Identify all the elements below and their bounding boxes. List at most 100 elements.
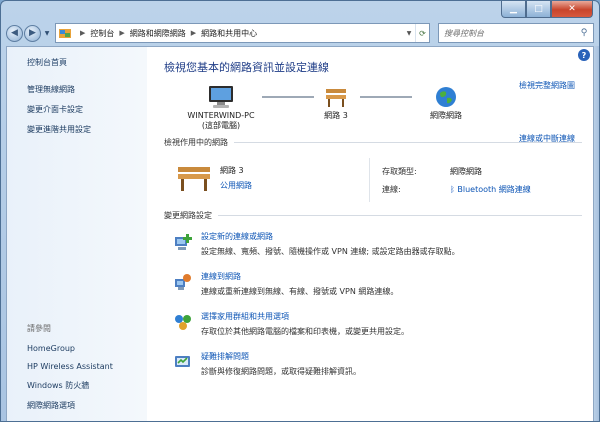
- globe-icon: [436, 87, 456, 107]
- bench-icon: [178, 167, 210, 191]
- chevron-down-icon: ▼: [44, 29, 50, 37]
- maximize-button[interactable]: □: [526, 1, 551, 18]
- page-title: 檢視您基本的網路資訊並設定連線: [164, 61, 329, 74]
- address-bar[interactable]: ▶ 控制台 ▶ 網路和網際網路 ▶ 網路和共用中心 ▼ ⟳: [55, 23, 430, 43]
- map-node-internet[interactable]: 網際網路: [416, 85, 476, 121]
- chevron-right-icon[interactable]: ▶: [80, 29, 85, 37]
- close-icon: ✕: [568, 4, 576, 14]
- connection-value: Bluetooth 網路連線: [457, 185, 531, 194]
- computer-subtitle: (這部電腦): [201, 121, 241, 130]
- section-divider: [218, 215, 582, 216]
- see-also-homegroup[interactable]: HomeGroup: [27, 344, 113, 353]
- window: ▁ □ ✕ ◀ ▶ ▼ ▶ 控制台 ▶ 網路和網際網路 ▶ 網路和共用中心 ▼ …: [0, 0, 600, 422]
- change-settings-header: 變更網路設定: [164, 210, 582, 221]
- navigation-bar: ◀ ▶ ▼ ▶ 控制台 ▶ 網路和網際網路 ▶ 網路和共用中心 ▼ ⟳ 搜尋控制…: [6, 22, 594, 44]
- chevron-down-icon: ▼: [406, 29, 412, 37]
- forward-button[interactable]: ▶: [24, 24, 41, 42]
- breadcrumb-item-network-internet[interactable]: 網路和網際網路: [130, 28, 186, 39]
- close-button[interactable]: ✕: [551, 1, 593, 18]
- window-right-edge: [594, 46, 599, 421]
- network-map-label: 網路 3: [324, 111, 348, 120]
- see-also-title: 請參閱: [27, 324, 51, 333]
- bluetooth-icon: ᛒ: [450, 185, 455, 194]
- map-node-computer[interactable]: WINTERWIND-PC (這部電腦): [176, 85, 266, 131]
- forward-arrow-icon: ▶: [29, 28, 36, 38]
- task-text: 設定新的連線或網路 設定無線、寬頻、撥號、隨機操作或 VPN 連線; 或設定路由…: [201, 231, 460, 257]
- troubleshoot-icon: [175, 356, 190, 367]
- sidebar-link-manage-wireless[interactable]: 管理無線網路: [27, 84, 147, 95]
- connect-disconnect-link[interactable]: 連線或中斷連線: [519, 133, 575, 144]
- task-text: 選擇家用群組和共用選項 存取位於其他網路電腦的檔案和印表機，或變更共用設定。: [201, 311, 409, 337]
- search-input[interactable]: 搜尋控制台: [444, 28, 575, 39]
- address-dropdown[interactable]: ▼: [403, 24, 415, 42]
- see-also-firewall[interactable]: Windows 防火牆: [27, 380, 113, 391]
- network-properties: 存取類型: 網際網路 連線: ᛒ Bluetooth 網路連線: [382, 166, 531, 202]
- breadcrumb-item-control-panel[interactable]: 控制台: [90, 28, 114, 39]
- task-setup-connection: 設定新的連線或網路 設定無線、寬頻、撥號、隨機操作或 VPN 連線; 或設定路由…: [164, 231, 593, 257]
- task-text: 連線到網路 連線或重新連線到無線、有線、撥號或 VPN 網路連線。: [201, 271, 398, 297]
- internet-label: 網際網路: [430, 111, 462, 120]
- sidebar-link-adapter-settings[interactable]: 變更介面卡設定: [27, 104, 147, 115]
- map-connector: [360, 96, 412, 98]
- task-homegroup-desc: 存取位於其他網路電腦的檔案和印表機，或變更共用設定。: [201, 327, 409, 336]
- see-also-hp-wireless[interactable]: HP Wireless Assistant: [27, 362, 113, 371]
- access-type-row: 存取類型: 網際網路: [382, 166, 531, 177]
- window-controls: ▁ □ ✕: [501, 1, 593, 19]
- active-networks-title: 檢視作用中的網路: [164, 138, 228, 147]
- access-type-value: 網際網路: [450, 167, 482, 176]
- computer-icon: [209, 86, 233, 108]
- network-map: WINTERWIND-PC (這部電腦) 網路 3 網際網路: [164, 85, 593, 133]
- homegroup-icon: [175, 315, 191, 330]
- sidebar: 控制台首頁 管理無線網路 變更介面卡設定 變更進階共用設定 請參閱 HomeGr…: [7, 47, 147, 421]
- help-icon[interactable]: ?: [578, 49, 590, 61]
- task-homegroup-link[interactable]: 選擇家用群組和共用選項: [201, 311, 409, 322]
- breadcrumb: ▶ 控制台 ▶ 網路和網際網路 ▶ 網路和共用中心: [75, 28, 257, 39]
- task-connect-network: 連線到網路 連線或重新連線到無線、有線、撥號或 VPN 網路連線。: [164, 271, 593, 297]
- task-setup-connection-link[interactable]: 設定新的連線或網路: [201, 231, 460, 242]
- map-connector: [262, 96, 314, 98]
- task-homegroup: 選擇家用群組和共用選項 存取位於其他網路電腦的檔案和印表機，或變更共用設定。: [164, 311, 593, 337]
- search-icon[interactable]: ⚲: [575, 28, 593, 38]
- task-connect-network-desc: 連線或重新連線到無線、有線、撥號或 VPN 網路連線。: [201, 287, 399, 296]
- task-setup-connection-desc: 設定無線、寬頻、撥號、隨機操作或 VPN 連線; 或設定路由器或存取點。: [201, 247, 460, 256]
- sidebar-link-advanced-sharing[interactable]: 變更進階共用設定: [27, 124, 147, 135]
- network-type-link[interactable]: 公用網路: [220, 180, 252, 191]
- breadcrumb-item-network-center[interactable]: 網路和共用中心: [201, 28, 257, 39]
- back-button[interactable]: ◀: [6, 24, 23, 42]
- back-arrow-icon: ◀: [11, 28, 18, 38]
- active-network-name: 網路 3: [220, 166, 244, 175]
- minimize-icon: ▁: [510, 4, 517, 14]
- computer-name: WINTERWIND-PC: [187, 111, 255, 120]
- main-panel: ? 檢視您基本的網路資訊並設定連線 檢視完整網路圖 WINTERWIND-PC …: [147, 47, 593, 421]
- vertical-divider: [369, 158, 370, 202]
- bench-icon: [326, 89, 346, 107]
- chevron-right-icon[interactable]: ▶: [191, 29, 196, 37]
- access-type-label: 存取類型:: [382, 167, 417, 176]
- content-area: 控制台首頁 管理無線網路 變更介面卡設定 變更進階共用設定 請參閱 HomeGr…: [6, 46, 594, 421]
- task-connect-network-link[interactable]: 連線到網路: [201, 271, 398, 282]
- minimize-button[interactable]: ▁: [501, 1, 526, 18]
- see-also-internet-options[interactable]: 網際網路選項: [27, 400, 113, 411]
- connection-label: 連線:: [382, 185, 401, 194]
- connect-network-icon: [175, 274, 191, 290]
- task-text: 疑難排解問題 診斷與修復網路問題，或取得疑難排解資訊。: [201, 351, 361, 377]
- recent-pages-dropdown[interactable]: ▼: [42, 30, 52, 37]
- refresh-icon: ⟳: [419, 28, 426, 38]
- task-list: 設定新的連線或網路 設定無線、寬頻、撥號、隨機操作或 VPN 連線; 或設定路由…: [164, 231, 593, 377]
- connection-link[interactable]: ᛒ Bluetooth 網路連線: [450, 184, 531, 195]
- see-also-section: 請參閱 HomeGroup HP Wireless Assistant Wind…: [27, 323, 113, 420]
- active-network-info: 網路 3 公用網路: [220, 158, 252, 206]
- connection-row: 連線: ᛒ Bluetooth 網路連線: [382, 184, 531, 195]
- maximize-icon: □: [534, 4, 543, 14]
- active-network: 網路 3 公用網路 存取類型: 網際網路 連線: ᛒ Bluetooth 網路連…: [164, 158, 593, 206]
- task-troubleshoot-link[interactable]: 疑難排解問題: [201, 351, 361, 362]
- task-troubleshoot: 疑難排解問題 診斷與修復網路問題，或取得疑難排解資訊。: [164, 351, 593, 377]
- sidebar-home-link[interactable]: 控制台首頁: [27, 57, 147, 68]
- control-panel-icon: [59, 28, 71, 38]
- search-box[interactable]: 搜尋控制台 ⚲: [438, 23, 594, 43]
- change-settings-title: 變更網路設定: [164, 211, 212, 220]
- task-troubleshoot-desc: 診斷與修復網路問題，或取得疑難排解資訊。: [201, 367, 361, 376]
- map-node-network[interactable]: 網路 3: [314, 85, 358, 121]
- refresh-button[interactable]: ⟳: [415, 24, 429, 42]
- chevron-right-icon[interactable]: ▶: [119, 29, 124, 37]
